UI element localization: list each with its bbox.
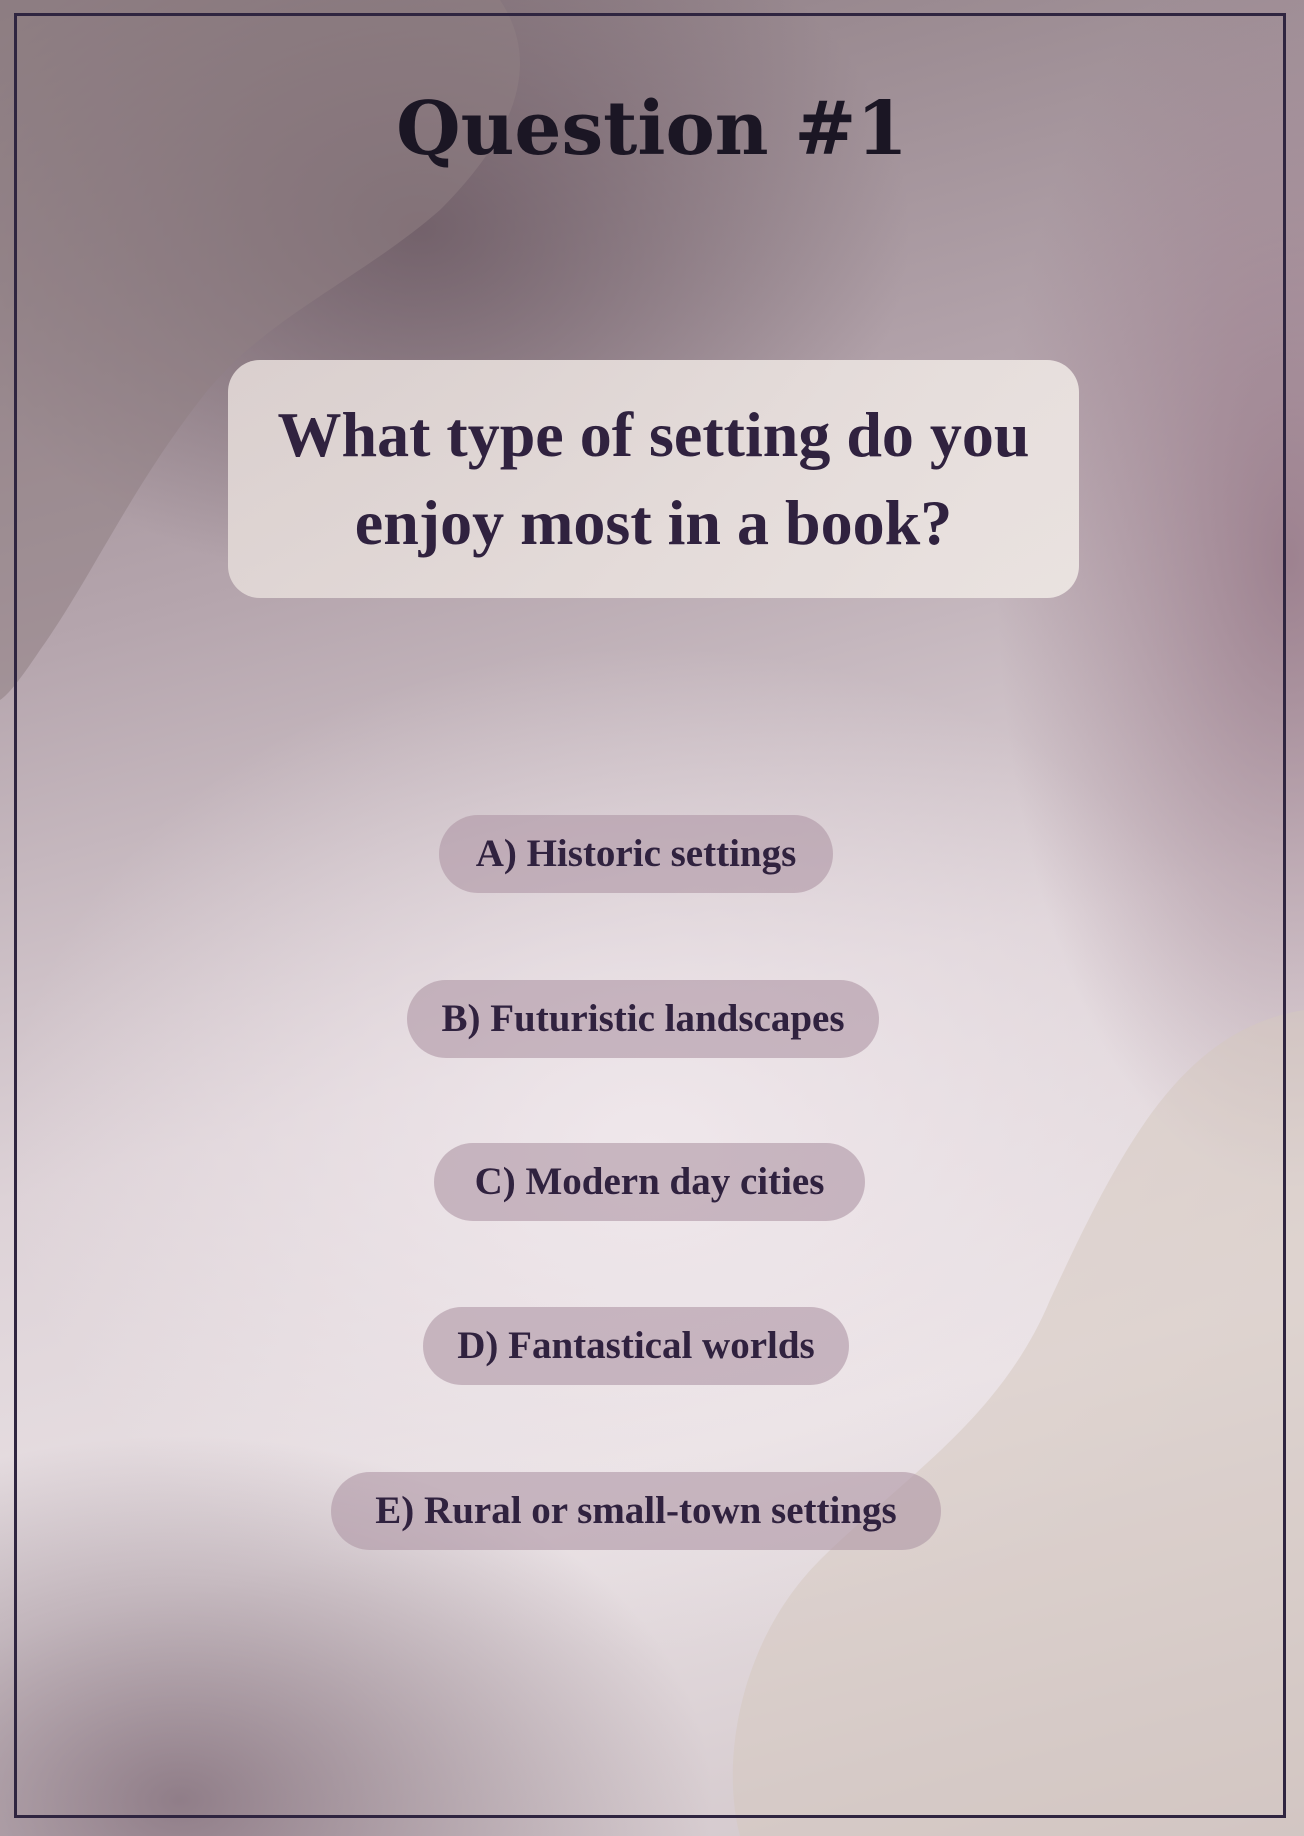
option-b-button[interactable]: B) Futuristic landscapes bbox=[407, 980, 879, 1058]
option-a-button[interactable]: A) Historic settings bbox=[439, 815, 833, 893]
option-c-button[interactable]: C) Modern day cities bbox=[434, 1143, 865, 1221]
option-e-button[interactable]: E) Rural or small-town settings bbox=[331, 1472, 941, 1550]
question-text: What type of setting do you enjoy most i… bbox=[277, 399, 1030, 558]
option-d-button[interactable]: D) Fantastical worlds bbox=[423, 1307, 849, 1385]
page-title: Question #1 bbox=[396, 86, 908, 172]
question-card: What type of setting do you enjoy most i… bbox=[228, 360, 1079, 598]
